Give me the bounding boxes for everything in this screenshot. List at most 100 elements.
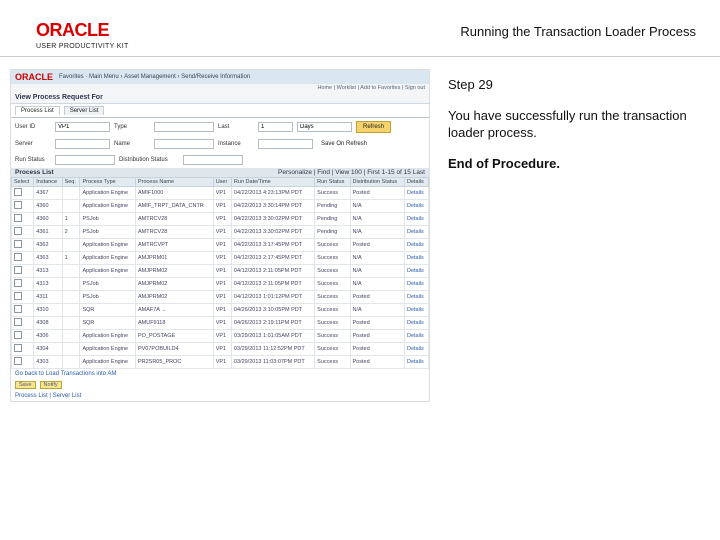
row-checkbox[interactable] — [14, 357, 22, 365]
process-grid: SelectInstanceSeq.Process TypeProcess Na… — [11, 177, 429, 369]
input-instance[interactable] — [258, 139, 313, 149]
oracle-logo: ORACLE — [36, 20, 156, 41]
top-links: Home | Worklist | Add to Favorites | Sig… — [11, 84, 429, 92]
app-menubar: ORACLE Favorites · Main Menu › Asset Man… — [11, 70, 429, 84]
input-name[interactable] — [154, 139, 214, 149]
grid-toolbar[interactable]: Personalize | Find | View 100 | — [278, 169, 367, 176]
details-link[interactable]: Details — [404, 343, 428, 356]
step-end: End of Procedure. — [448, 156, 696, 171]
label-instance: Instance — [218, 141, 254, 147]
link-worklist[interactable]: Worklist — [337, 85, 356, 91]
link-home[interactable]: Home — [317, 85, 332, 91]
grid-col: Process Name — [135, 178, 213, 187]
grid-range: First 1-15 of 15 Last — [367, 169, 425, 176]
grid-col: Process Type — [80, 178, 135, 187]
table-row: 43601PSJobAMTRCV28VP104/22/2013 3:30:02P… — [12, 213, 429, 226]
details-link[interactable]: Details — [404, 226, 428, 239]
menu-item[interactable]: Asset Management — [124, 74, 176, 80]
details-link[interactable]: Details — [404, 213, 428, 226]
row-checkbox[interactable] — [14, 292, 22, 300]
label-save-refresh: Save On Refresh — [321, 141, 367, 147]
grid-col: Distribution Status — [350, 178, 404, 187]
label-last: Last — [218, 124, 254, 130]
instruction-panel: Step 29 You have successfully run the tr… — [430, 69, 696, 402]
details-link[interactable]: Details — [404, 252, 428, 265]
notify-button[interactable]: Notify — [40, 381, 62, 389]
menu-item[interactable]: Main Menu — [89, 74, 119, 80]
grid-col: Run Date/Time — [231, 178, 314, 187]
input-type[interactable] — [154, 122, 214, 132]
table-row: 4367Application EngineAMIF1000VP104/22/2… — [12, 187, 429, 200]
app-logo: ORACLE — [15, 72, 53, 82]
details-link[interactable]: Details — [404, 265, 428, 278]
label-userid: User ID — [15, 124, 51, 130]
details-link[interactable]: Details — [404, 200, 428, 213]
details-link[interactable]: Details — [404, 278, 428, 291]
link-signout[interactable]: Sign out — [405, 85, 425, 91]
table-row: 4304Application EnginePV07POBUILD4VP103/… — [12, 343, 429, 356]
link-fav[interactable]: Add to Favorites — [360, 85, 400, 91]
row-checkbox[interactable] — [14, 266, 22, 274]
step-body: You have successfully run the transactio… — [448, 108, 696, 142]
menu-item[interactable]: Send/Receive Information — [181, 74, 250, 80]
row-checkbox[interactable] — [14, 188, 22, 196]
refresh-button[interactable]: Refresh — [356, 121, 391, 133]
grid-col: Instance — [34, 178, 62, 187]
grid-col: Select — [12, 178, 34, 187]
grid-col: Seq. — [62, 178, 80, 187]
step-number: Step 29 — [448, 77, 696, 92]
row-checkbox[interactable] — [14, 201, 22, 209]
divider — [0, 56, 720, 57]
table-row: 4308SQRAMUF9118VP104/26/2013 2:19:11PM P… — [12, 317, 429, 330]
grid-col: User — [213, 178, 231, 187]
details-link[interactable]: Details — [404, 330, 428, 343]
label-runstatus: Run Status — [15, 157, 51, 163]
label-name: Name — [114, 141, 150, 147]
input-last[interactable] — [258, 122, 293, 132]
label-type: Type — [114, 124, 150, 130]
row-checkbox[interactable] — [14, 214, 22, 222]
label-server: Server — [15, 141, 51, 147]
details-link[interactable]: Details — [404, 356, 428, 369]
grid-footer: Go back to Load Transactions into AM — [11, 369, 429, 379]
row-checkbox[interactable] — [14, 305, 22, 313]
input-diststatus[interactable] — [183, 155, 243, 165]
label-diststatus: Distribution Status — [119, 157, 179, 163]
app-screenshot: ORACLE Favorites · Main Menu › Asset Man… — [10, 69, 430, 402]
details-link[interactable]: Details — [404, 291, 428, 304]
brand-subtitle: USER PRODUCTIVITY KIT — [36, 43, 156, 50]
table-row: 43631Application EngineAMJPRM01VP104/12/… — [12, 252, 429, 265]
input-userid[interactable] — [55, 122, 110, 132]
table-row: 4360Application EngineAMIF_TRPT_DATA_CNT… — [12, 200, 429, 213]
table-row: 43612PSJobAMTRCV28VP104/22/2013 3:30:02P… — [12, 226, 429, 239]
details-link[interactable]: Details — [404, 317, 428, 330]
row-checkbox[interactable] — [14, 253, 22, 261]
table-row: 4303Application EnginePR2SR05_PROCVP103/… — [12, 356, 429, 369]
tabs: Process List Server List — [11, 104, 429, 118]
row-checkbox[interactable] — [14, 227, 22, 235]
goback-link[interactable]: Go back to Load Transactions into AM — [15, 371, 116, 377]
details-link[interactable]: Details — [404, 187, 428, 200]
page-title: View Process Request For — [11, 92, 429, 104]
row-checkbox[interactable] — [14, 240, 22, 248]
details-link[interactable]: Details — [404, 304, 428, 317]
tabs-footer: Process List | Server List — [11, 391, 429, 401]
grid-col: Details — [404, 178, 428, 187]
row-checkbox[interactable] — [14, 318, 22, 326]
input-runstatus[interactable] — [55, 155, 115, 165]
menu-item[interactable]: Favorites — [59, 74, 84, 80]
table-row: 4311PSJobAMJPRM02VP104/12/2013 1:01:12PM… — [12, 291, 429, 304]
save-button[interactable]: Save — [15, 381, 36, 389]
row-checkbox[interactable] — [14, 279, 22, 287]
input-days[interactable] — [297, 122, 352, 132]
tab-server-list[interactable]: Server List — [64, 106, 105, 115]
table-row: 4362Application EngineAMTRCVPTVP104/22/2… — [12, 239, 429, 252]
tab-process-list[interactable]: Process List — [15, 106, 60, 115]
row-checkbox[interactable] — [14, 331, 22, 339]
grid-col: Run Status — [315, 178, 350, 187]
input-server[interactable] — [55, 139, 110, 149]
row-checkbox[interactable] — [14, 344, 22, 352]
table-row: 4313PSJobAMJPRM02VP104/12/2013 2:11:05PM… — [12, 278, 429, 291]
details-link[interactable]: Details — [404, 239, 428, 252]
table-row: 4313Application EngineAMJPRM02VP104/12/2… — [12, 265, 429, 278]
